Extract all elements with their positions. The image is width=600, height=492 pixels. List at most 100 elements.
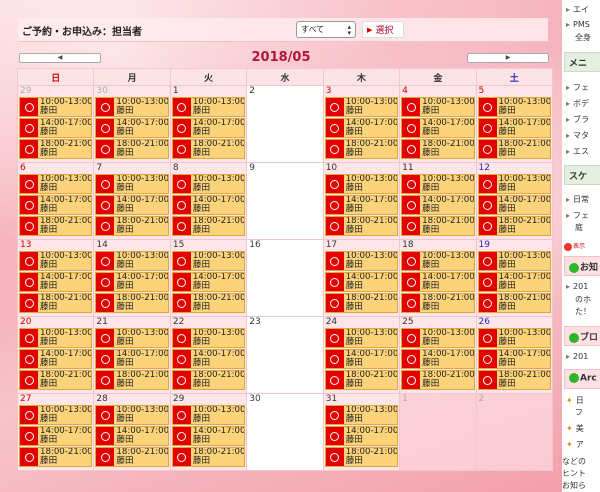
booking-slot[interactable]: 18:00-21:00 藤田 xyxy=(95,447,169,467)
sidebar-link-cont[interactable]: 全身 xyxy=(575,32,591,43)
booking-slot[interactable]: 18:00-21:00 藤田 xyxy=(19,447,93,467)
booking-slot[interactable]: 14:00-17:00 藤田 xyxy=(19,195,93,215)
calendar-day-cell[interactable]: 2 xyxy=(475,393,554,471)
sidebar-link[interactable]: ▸ フェ xyxy=(566,82,589,93)
staff-select[interactable]: すべて ▴ ▾ xyxy=(296,21,356,38)
booking-slot[interactable]: 14:00-17:00 藤田 xyxy=(477,195,551,215)
booking-slot[interactable]: 14:00-17:00 藤田 xyxy=(95,426,169,446)
booking-slot[interactable]: 18:00-21:00 藤田 xyxy=(324,293,399,313)
sidebar-link[interactable]: ▸ 日常 xyxy=(566,194,589,205)
booking-slot[interactable]: 18:00-21:00 藤田 xyxy=(324,370,399,390)
calendar-day-cell[interactable]: 13 10:00-13:00 藤田 14:00-17:00 藤田 18:00-21:00 藤… xyxy=(16,239,95,317)
calendar-day-cell[interactable]: 3 10:00-13:00 藤田 14:00-17:00 藤田 18:00-21:00 藤田 xyxy=(322,85,401,163)
sidebar-archive-item[interactable]: ✦ 美 xyxy=(566,423,584,434)
calendar-day-cell[interactable]: 30 xyxy=(246,393,324,471)
booking-slot[interactable]: 18:00-21:00 藤田 xyxy=(19,139,93,159)
booking-slot[interactable]: 18:00-21:00 藤田 xyxy=(477,370,551,390)
booking-slot[interactable]: 10:00-13:00 藤田 xyxy=(401,328,475,348)
calendar-day-cell[interactable]: 20 10:00-13:00 藤田 14:00-17:00 藤田 18:00-21:00 藤… xyxy=(16,316,95,394)
booking-slot[interactable]: 14:00-17:00 藤田 xyxy=(95,272,169,292)
calendar-day-cell[interactable]: 15 10:00-13:00 藤田 14:00-17:00 藤田 18:00-21:00 藤… xyxy=(169,239,248,317)
select-button[interactable]: ▶ 選択 xyxy=(362,21,404,38)
booking-slot[interactable]: 14:00-17:00 藤田 xyxy=(324,272,399,292)
booking-slot[interactable]: 14:00-17:00 藤田 xyxy=(477,349,551,369)
sidebar-link[interactable]: ▸ フェ xyxy=(566,210,589,221)
booking-slot[interactable]: 10:00-13:00 藤田 xyxy=(19,405,93,425)
booking-slot[interactable]: 10:00-13:00 藤田 xyxy=(95,174,169,194)
booking-slot[interactable]: 18:00-21:00 藤田 xyxy=(19,370,93,390)
booking-slot[interactable]: 18:00-21:00 藤田 xyxy=(477,293,551,313)
booking-slot[interactable]: 10:00-13:00 藤田 xyxy=(401,97,475,117)
booking-slot[interactable]: 14:00-17:00 藤田 xyxy=(171,118,246,138)
booking-slot[interactable]: 14:00-17:00 藤田 xyxy=(19,118,93,138)
booking-slot[interactable]: 10:00-13:00 藤田 xyxy=(19,97,93,117)
booking-slot[interactable]: 10:00-13:00 藤田 xyxy=(401,174,475,194)
calendar-day-cell[interactable]: 30 10:00-13:00 藤田 14:00-17:00 藤田 18:00-21:00 藤… xyxy=(93,85,171,163)
booking-slot[interactable]: 10:00-13:00 藤田 xyxy=(95,405,169,425)
calendar-day-cell[interactable]: 5 10:00-13:00 藤田 14:00-17:00 藤田 18:00-21:00 藤田 xyxy=(475,85,554,163)
booking-slot[interactable]: 18:00-21:00 藤田 xyxy=(477,139,551,159)
booking-slot[interactable]: 14:00-17:00 藤田 xyxy=(95,349,169,369)
booking-slot[interactable]: 14:00-17:00 藤田 xyxy=(171,426,246,446)
calendar-day-cell[interactable]: 4 10:00-13:00 藤田 14:00-17:00 藤田 18:00-21:00 藤田 xyxy=(399,85,477,163)
calendar-day-cell[interactable]: 10 10:00-13:00 藤田 14:00-17:00 藤田 18:00-21:00 藤… xyxy=(322,162,401,240)
booking-slot[interactable]: 18:00-21:00 藤田 xyxy=(171,370,246,390)
calendar-day-cell[interactable]: 2 xyxy=(246,85,324,163)
calendar-day-cell[interactable]: 22 10:00-13:00 藤田 14:00-17:00 藤田 18:00-21:00 藤… xyxy=(169,316,248,394)
calendar-day-cell[interactable]: 26 10:00-13:00 藤田 14:00-17:00 藤田 18:00-21:00 藤… xyxy=(475,316,554,394)
sidebar-link-cont[interactable]: 庭 xyxy=(575,222,583,233)
calendar-day-cell[interactable]: 11 10:00-13:00 藤田 14:00-17:00 藤田 18:00-21:00 藤… xyxy=(399,162,477,240)
booking-slot[interactable]: 10:00-13:00 藤田 xyxy=(477,328,551,348)
booking-slot[interactable]: 14:00-17:00 藤田 xyxy=(324,426,399,446)
booking-slot[interactable]: 10:00-13:00 藤田 xyxy=(171,97,246,117)
calendar-day-cell[interactable]: 8 10:00-13:00 藤田 14:00-17:00 藤田 18:00-21:00 藤田 xyxy=(169,162,248,240)
calendar-day-cell[interactable]: 21 10:00-13:00 藤田 14:00-17:00 藤田 18:00-21:00 藤… xyxy=(93,316,171,394)
booking-slot[interactable]: 18:00-21:00 藤田 xyxy=(171,139,246,159)
calendar-day-cell[interactable]: 18 10:00-13:00 藤田 14:00-17:00 藤田 18:00-21:00 藤… xyxy=(399,239,477,317)
calendar-day-cell[interactable]: 6 10:00-13:00 藤田 14:00-17:00 藤田 18:00-21:00 藤田 xyxy=(16,162,95,240)
booking-slot[interactable]: 18:00-21:00 藤田 xyxy=(19,293,93,313)
booking-slot[interactable]: 18:00-21:00 藤田 xyxy=(477,216,551,236)
booking-slot[interactable]: 18:00-21:00 藤田 xyxy=(95,139,169,159)
booking-slot[interactable]: 10:00-13:00 藤田 xyxy=(401,251,475,271)
sidebar-link[interactable]: ▸ マタ xyxy=(566,130,589,141)
booking-slot[interactable]: 10:00-13:00 藤田 xyxy=(171,328,246,348)
sidebar-news-item-cont[interactable]: た！ xyxy=(575,306,591,317)
next-month-button[interactable]: ▶ xyxy=(467,53,549,63)
calendar-day-cell[interactable]: 17 10:00-13:00 藤田 14:00-17:00 藤田 18:00-21:00 藤… xyxy=(322,239,401,317)
calendar-day-cell[interactable]: 27 10:00-13:00 藤田 14:00-17:00 藤田 18:00-21:00 藤… xyxy=(16,393,95,471)
booking-slot[interactable]: 18:00-21:00 藤田 xyxy=(95,293,169,313)
calendar-day-cell[interactable]: 12 10:00-13:00 藤田 14:00-17:00 藤田 18:00-21:00 藤… xyxy=(475,162,554,240)
booking-slot[interactable]: 10:00-13:00 藤田 xyxy=(95,328,169,348)
booking-slot[interactable]: 14:00-17:00 藤田 xyxy=(171,272,246,292)
sidebar-link[interactable]: ▸ エス xyxy=(566,146,589,157)
booking-slot[interactable]: 18:00-21:00 藤田 xyxy=(95,370,169,390)
booking-slot[interactable]: 18:00-21:00 藤田 xyxy=(19,216,93,236)
booking-slot[interactable]: 18:00-21:00 藤田 xyxy=(171,447,246,467)
booking-slot[interactable]: 18:00-21:00 藤田 xyxy=(324,139,399,159)
sidebar-display-toggle[interactable]: 表示 xyxy=(564,241,585,251)
booking-slot[interactable]: 10:00-13:00 藤田 xyxy=(477,251,551,271)
sidebar-link[interactable]: ▸ ボデ xyxy=(566,98,589,109)
booking-slot[interactable]: 14:00-17:00 藤田 xyxy=(324,118,399,138)
booking-slot[interactable]: 18:00-21:00 藤田 xyxy=(401,370,475,390)
booking-slot[interactable]: 18:00-21:00 藤田 xyxy=(401,216,475,236)
booking-slot[interactable]: 10:00-13:00 藤田 xyxy=(324,97,399,117)
sidebar-link[interactable]: ▸ エイ xyxy=(566,4,589,15)
booking-slot[interactable]: 10:00-13:00 藤田 xyxy=(19,328,93,348)
calendar-day-cell[interactable]: 7 10:00-13:00 藤田 14:00-17:00 藤田 18:00-21:00 藤田 xyxy=(93,162,171,240)
booking-slot[interactable]: 14:00-17:00 藤田 xyxy=(95,195,169,215)
booking-slot[interactable]: 10:00-13:00 藤田 xyxy=(324,251,399,271)
booking-slot[interactable]: 14:00-17:00 藤田 xyxy=(19,349,93,369)
booking-slot[interactable]: 14:00-17:00 藤田 xyxy=(171,349,246,369)
prev-month-button[interactable]: ◀ xyxy=(19,53,101,63)
booking-slot[interactable]: 10:00-13:00 藤田 xyxy=(171,251,246,271)
booking-slot[interactable]: 10:00-13:00 藤田 xyxy=(324,405,399,425)
sidebar-news-item[interactable]: ▸ 201 xyxy=(566,282,588,291)
booking-slot[interactable]: 10:00-13:00 藤田 xyxy=(324,174,399,194)
calendar-day-cell[interactable]: 29 10:00-13:00 藤田 14:00-17:00 藤田 18:00-21:00 藤… xyxy=(169,393,248,471)
calendar-day-cell[interactable]: 25 10:00-13:00 藤田 14:00-17:00 藤田 18:00-21:00 藤… xyxy=(399,316,477,394)
booking-slot[interactable]: 14:00-17:00 藤田 xyxy=(477,272,551,292)
booking-slot[interactable]: 14:00-17:00 藤田 xyxy=(324,349,399,369)
booking-slot[interactable]: 10:00-13:00 藤田 xyxy=(95,97,169,117)
